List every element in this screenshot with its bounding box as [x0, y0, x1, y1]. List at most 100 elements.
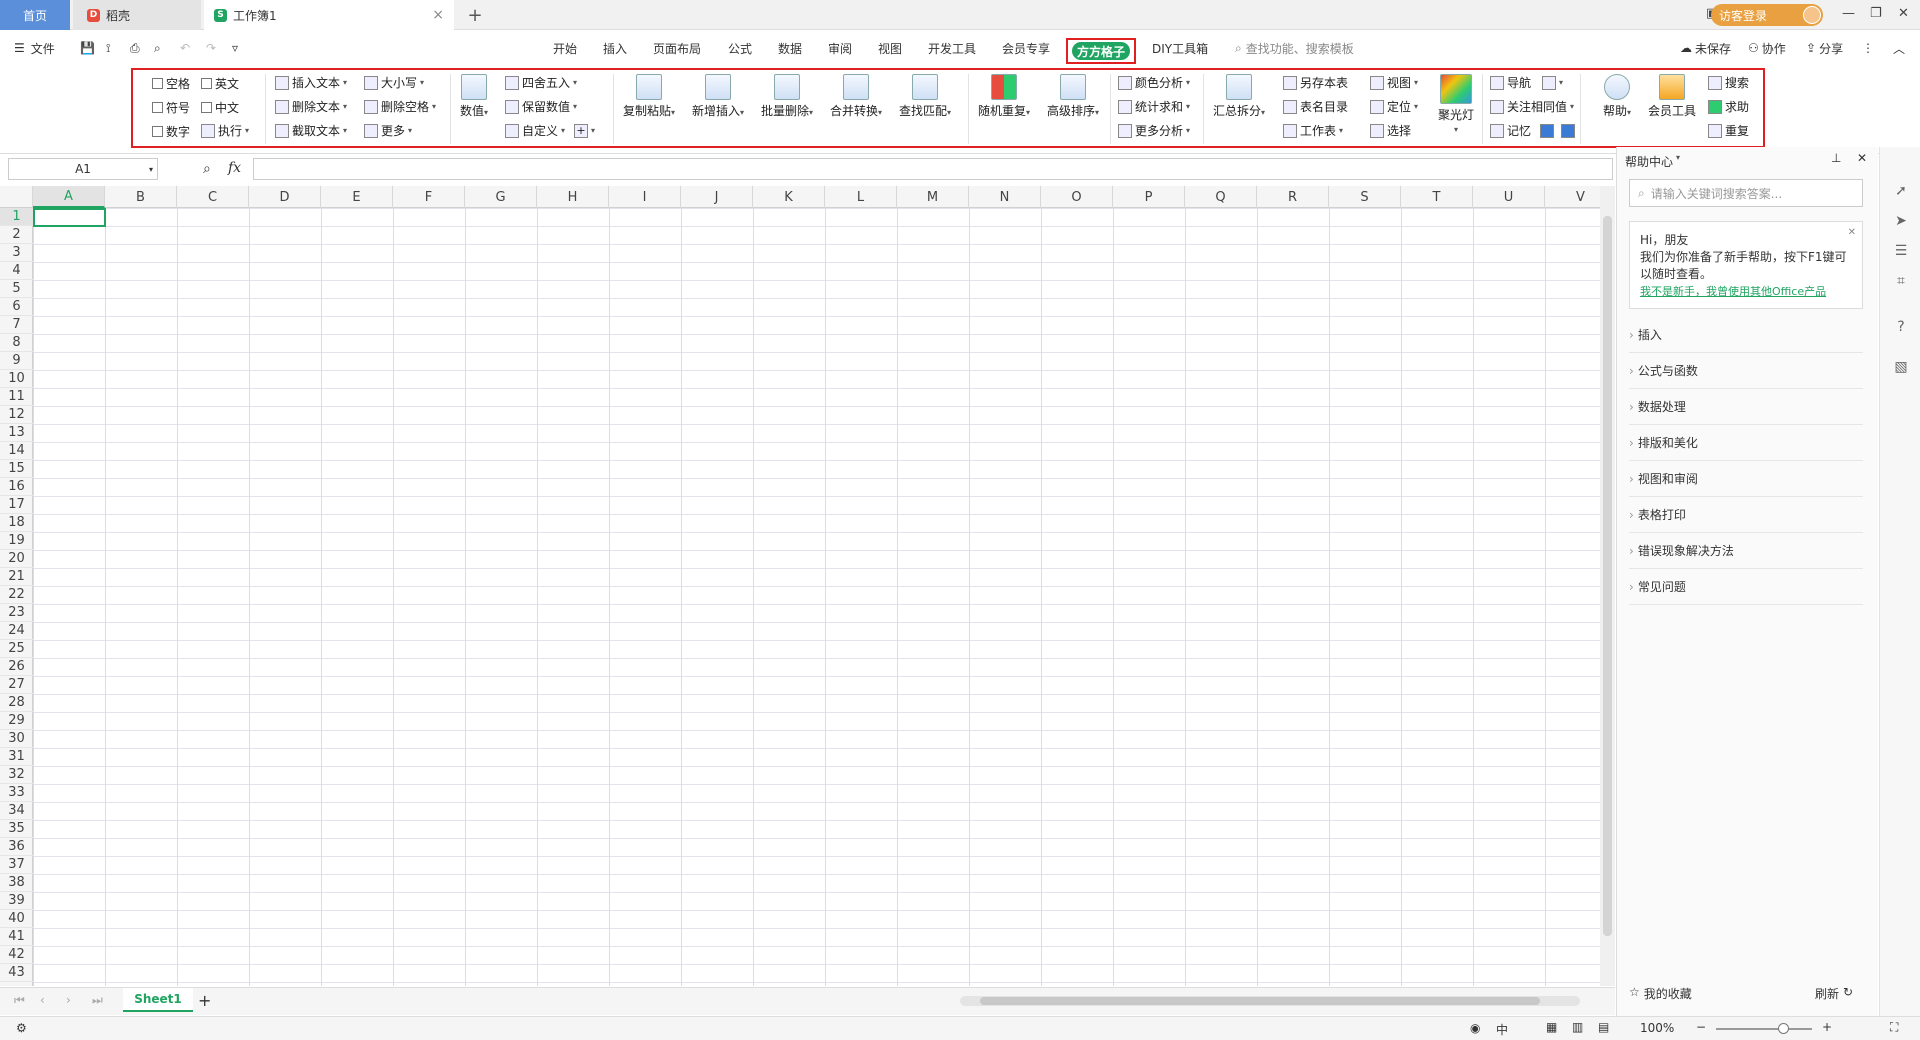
column-header-u[interactable]: U — [1473, 186, 1545, 208]
row-header-36[interactable]: 36 — [0, 838, 33, 856]
delete-space-button[interactable]: 删除空格 ▾ — [364, 98, 436, 115]
more-analysis-button[interactable]: 更多分析 ▾ — [1118, 122, 1190, 139]
row-header-32[interactable]: 32 — [0, 766, 33, 784]
help-tip-link[interactable]: 我不是新手，我曾使用其他Office产品 — [1640, 283, 1852, 300]
memo-button[interactable]: 记忆 — [1490, 122, 1576, 139]
row-header-14[interactable]: 14 — [0, 442, 33, 460]
nav-button[interactable]: 导航 ▾ — [1490, 74, 1563, 91]
normal-view-icon[interactable]: ▦ — [1546, 1020, 1557, 1034]
row-header-27[interactable]: 27 — [0, 676, 33, 694]
search-button[interactable]: 搜索 — [1708, 74, 1749, 91]
forward-arrow-icon[interactable] — [1561, 123, 1576, 138]
row-header-13[interactable]: 13 — [0, 424, 33, 442]
worksheet-button[interactable]: 工作表 ▾ — [1283, 122, 1343, 139]
column-header-r[interactable]: R — [1257, 186, 1329, 208]
grid-icon[interactable] — [1542, 75, 1557, 90]
insert-text-button[interactable]: 插入文本 ▾ — [275, 74, 347, 91]
zoom-out-icon[interactable]: − — [1696, 1020, 1706, 1034]
zoom-level[interactable]: 100% — [1640, 1021, 1674, 1035]
last-sheet-icon[interactable]: ⏭ — [92, 993, 103, 1008]
tab-page-layout[interactable]: 页面布局 — [653, 31, 701, 65]
row-header-24[interactable]: 24 — [0, 622, 33, 640]
tab-data[interactable]: 数据 — [778, 31, 802, 65]
row-header-8[interactable]: 8 — [0, 334, 33, 352]
select-all-corner[interactable] — [0, 186, 33, 208]
help-button[interactable]: 帮助▾ — [1603, 74, 1631, 119]
column-header-v[interactable]: V — [1545, 186, 1600, 208]
row-header-4[interactable]: 4 — [0, 262, 33, 280]
zoom-slider-handle[interactable] — [1778, 1023, 1789, 1034]
column-header-g[interactable]: G — [465, 186, 537, 208]
batch-delete-button[interactable]: 批量删除▾ — [761, 74, 813, 119]
tab-home[interactable]: 首页 — [0, 0, 70, 30]
column-header-m[interactable]: M — [897, 186, 969, 208]
print-preview-icon[interactable]: ⌕ — [154, 31, 161, 65]
cell-area[interactable] — [33, 208, 1600, 986]
undo-icon[interactable]: ↶ — [180, 31, 190, 65]
row-header-39[interactable]: 39 — [0, 892, 33, 910]
zoom-slider[interactable] — [1716, 1028, 1812, 1030]
row-header-30[interactable]: 30 — [0, 730, 33, 748]
column-header-l[interactable]: L — [825, 186, 897, 208]
selected-cell-a1[interactable] — [33, 208, 106, 227]
close-panel-icon[interactable]: ✕ — [1857, 151, 1867, 165]
page-layout-icon[interactable]: ▥ — [1572, 1020, 1583, 1034]
name-box[interactable]: A1 ▾ — [8, 158, 158, 180]
help-category-item[interactable]: › 插入 — [1629, 317, 1863, 353]
row-header-19[interactable]: 19 — [0, 532, 33, 550]
row-header-15[interactable]: 15 — [0, 460, 33, 478]
help-category-item[interactable]: › 公式与函数 — [1629, 353, 1863, 389]
random-repeat-button[interactable]: 随机重复▾ — [978, 74, 1030, 119]
help-category-item[interactable]: › 常见问题 — [1629, 569, 1863, 605]
new-tab-button[interactable]: + — [460, 0, 490, 30]
row-header-43[interactable]: 43 — [0, 964, 33, 982]
row-header-9[interactable]: 9 — [0, 352, 33, 370]
collab-button[interactable]: ⚇ 协作 — [1748, 31, 1786, 65]
minimize-icon[interactable]: — — [1842, 6, 1855, 21]
save-sheet-button[interactable]: 另存本表 — [1283, 74, 1348, 91]
copy-paste-button[interactable]: 复制粘贴▾ — [623, 74, 675, 119]
help-circle-icon[interactable]: ? — [1892, 319, 1910, 337]
row-header-35[interactable]: 35 — [0, 820, 33, 838]
column-header-n[interactable]: N — [969, 186, 1041, 208]
help-category-item[interactable]: › 数据处理 — [1629, 389, 1863, 425]
checkbox-symbol[interactable]: 符号 — [152, 99, 190, 116]
restore-icon[interactable]: ❐ — [1870, 6, 1882, 21]
row-header-5[interactable]: 5 — [0, 280, 33, 298]
row-header-29[interactable]: 29 — [0, 712, 33, 730]
unsaved-status[interactable]: ☁ 未保存 — [1680, 31, 1731, 65]
first-sheet-icon[interactable]: ⏮ — [14, 993, 25, 1008]
column-header-s[interactable]: S — [1329, 186, 1401, 208]
column-header-c[interactable]: C — [177, 186, 249, 208]
column-header-i[interactable]: I — [609, 186, 681, 208]
help-category-item[interactable]: › 视图和审阅 — [1629, 461, 1863, 497]
zoom-in-icon[interactable]: + — [1822, 1020, 1832, 1034]
back-arrow-icon[interactable] — [1540, 123, 1555, 138]
focus-same-value-button[interactable]: 关注相同值 ▾ — [1490, 98, 1574, 115]
ime-indicator[interactable]: 中 — [1496, 1021, 1508, 1038]
row-header-41[interactable]: 41 — [0, 928, 33, 946]
save-icon[interactable]: 💾 — [80, 31, 95, 65]
execute-button[interactable]: 执行 ▾ — [201, 122, 249, 139]
sheet-tab-sheet1[interactable]: Sheet1 — [123, 988, 193, 1012]
locate-button[interactable]: 定位 ▾ — [1370, 98, 1418, 115]
row-header-3[interactable]: 3 — [0, 244, 33, 262]
checkbox-chinese[interactable]: 中文 — [201, 99, 239, 116]
row-header-40[interactable]: 40 — [0, 910, 33, 928]
row-header-28[interactable]: 28 — [0, 694, 33, 712]
column-header-o[interactable]: O — [1041, 186, 1113, 208]
help-category-item[interactable]: › 错误现象解决方法 — [1629, 533, 1863, 569]
column-header-f[interactable]: F — [393, 186, 465, 208]
delete-text-button[interactable]: 删除文本 ▾ — [275, 98, 347, 115]
help-category-item[interactable]: › 排版和美化 — [1629, 425, 1863, 461]
tab-start[interactable]: 开始 — [553, 31, 577, 65]
tab-docer[interactable]: D 稻壳 — [73, 0, 201, 30]
settings-sliders-icon[interactable]: ☰ — [1892, 243, 1910, 261]
column-header-p[interactable]: P — [1113, 186, 1185, 208]
help-category-item[interactable]: › 表格打印 — [1629, 497, 1863, 533]
customize-icon[interactable]: ▿ — [232, 31, 238, 65]
tab-diy-toolbox[interactable]: DIY工具箱 — [1152, 31, 1208, 65]
row-header-31[interactable]: 31 — [0, 748, 33, 766]
custom-button[interactable]: 自定义 ▾ + ▾ — [505, 122, 595, 139]
row-header-17[interactable]: 17 — [0, 496, 33, 514]
